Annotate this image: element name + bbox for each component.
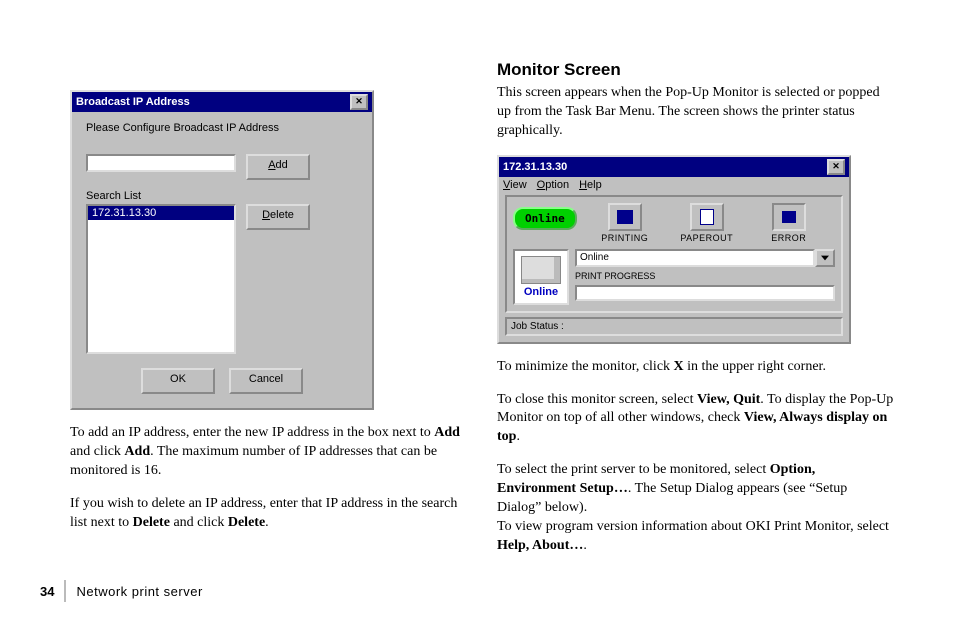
close-icon[interactable]: ✕ xyxy=(350,94,368,110)
ip-input[interactable] xyxy=(86,154,236,172)
menu-help[interactable]: Help xyxy=(579,179,602,191)
footer-divider xyxy=(64,580,66,602)
search-list-selected-item[interactable]: 172.31.13.30 xyxy=(88,206,234,220)
search-list[interactable]: 172.31.13.30 xyxy=(86,204,236,354)
add-button-label: dd xyxy=(276,159,288,171)
delete-button[interactable]: Delete xyxy=(246,204,310,230)
monitor-titlebar[interactable]: 172.31.13.30 ✕ xyxy=(499,157,849,177)
left-paragraph-1: To add an IP address, enter the new IP a… xyxy=(70,424,467,481)
page-number: 34 xyxy=(40,584,54,599)
print-progress-label: PRINT PROGRESS xyxy=(575,271,835,281)
paper-icon xyxy=(690,203,724,231)
printer-image-box: Online xyxy=(513,249,569,305)
left-paragraph-2: If you wish to delete an IP address, ent… xyxy=(70,495,467,533)
printer-image-label: Online xyxy=(524,286,558,298)
footer-title: Network print server xyxy=(76,584,202,599)
print-progress-bar xyxy=(575,285,835,301)
status-combo[interactable]: Online xyxy=(575,249,835,267)
dialog-instruction: Please Configure Broadcast IP Address xyxy=(86,122,358,134)
right-intro: This screen appears when the Pop-Up Moni… xyxy=(497,84,894,141)
status-combo-value: Online xyxy=(575,249,815,267)
job-status-bar: Job Status : xyxy=(505,317,843,336)
monitor-panel: Online PRINTING PAPEROUT ERROR xyxy=(505,195,843,313)
broadcast-ip-dialog: Broadcast IP Address ✕ Please Configure … xyxy=(70,90,374,410)
error-status: ERROR xyxy=(755,203,823,243)
menu-option[interactable]: Option xyxy=(537,179,569,191)
error-icon xyxy=(772,203,806,231)
dialog-title-text: Broadcast IP Address xyxy=(76,96,190,108)
monitor-dialog: 172.31.13.30 ✕ View Option Help Online P… xyxy=(497,155,851,344)
close-icon[interactable]: ✕ xyxy=(827,159,845,175)
online-status-button[interactable]: Online xyxy=(513,207,577,230)
dialog-titlebar[interactable]: Broadcast IP Address ✕ xyxy=(72,92,372,112)
ok-button[interactable]: OK xyxy=(141,368,215,394)
printing-status: PRINTING xyxy=(591,203,659,243)
menu-view[interactable]: View xyxy=(503,179,527,191)
right-paragraph-5: To select the print server to be monitor… xyxy=(497,461,894,555)
printer-icon xyxy=(608,203,642,231)
printer-image-icon xyxy=(521,256,561,284)
right-paragraph-4: To close this monitor screen, select Vie… xyxy=(497,391,894,448)
search-list-label: Search List xyxy=(86,190,358,202)
page-footer: 34 Network print server xyxy=(40,580,203,602)
paperout-status: PAPEROUT xyxy=(673,203,741,243)
delete-button-label: elete xyxy=(270,209,294,221)
cancel-button[interactable]: Cancel xyxy=(229,368,303,394)
monitor-title-text: 172.31.13.30 xyxy=(503,161,567,173)
right-paragraph-3: To minimize the monitor, click X in the … xyxy=(497,358,894,377)
menu-bar: View Option Help xyxy=(499,177,849,193)
section-heading: Monitor Screen xyxy=(497,60,894,80)
add-button[interactable]: Add xyxy=(246,154,310,180)
chevron-down-icon[interactable] xyxy=(815,249,835,267)
